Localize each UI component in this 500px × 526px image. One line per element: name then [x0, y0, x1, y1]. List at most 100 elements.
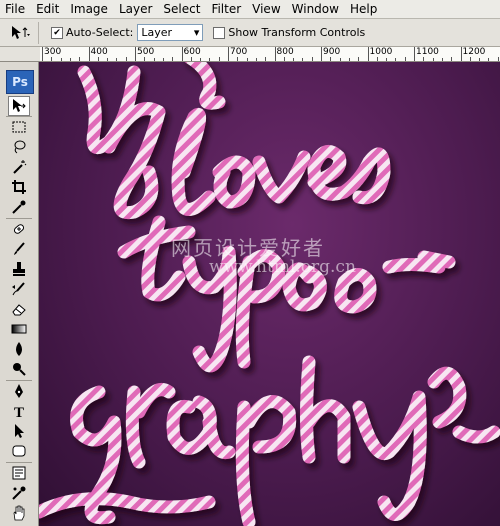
brush-tool-icon[interactable] [9, 240, 29, 258]
ruler-minor-tick [358, 57, 360, 61]
options-bar: ✔ Auto-Select: Layer ▾ Show Transform Co… [0, 19, 500, 47]
ruler-minor-tick [79, 57, 81, 61]
svg-text:T: T [14, 405, 24, 419]
notes-tool-icon[interactable] [9, 464, 29, 482]
ruler-minor-tick [200, 58, 202, 61]
ruler-label: 400 [90, 47, 108, 57]
path-selection-tool-icon[interactable] [9, 422, 29, 440]
ruler-minor-tick [162, 58, 164, 61]
ruler-minor-tick [302, 58, 304, 61]
blur-tool-icon[interactable] [9, 340, 29, 358]
tool-preset-picker[interactable] [4, 21, 39, 44]
ruler-minor-tick [107, 58, 109, 61]
auto-select-target-dropdown[interactable]: Layer ▾ [137, 24, 204, 41]
crop-tool-icon[interactable] [9, 178, 29, 196]
move-tool-icon[interactable] [8, 96, 30, 116]
lasso-tool-icon[interactable] [9, 138, 29, 156]
magic-wand-tool-icon[interactable] [9, 158, 29, 176]
clone-stamp-tool-icon[interactable] [9, 260, 29, 278]
ruler-minor-tick [339, 58, 341, 61]
ruler-minor-tick [311, 57, 313, 61]
ruler-minor-tick [237, 57, 239, 61]
ruler-minor-tick [116, 58, 118, 61]
ruler-minor-tick [218, 57, 220, 61]
healing-brush-tool-icon[interactable] [9, 220, 29, 238]
menu-window[interactable]: Window [287, 0, 345, 18]
horizontal-ruler: 3004005006007008009001000110012001300 [40, 47, 500, 62]
menu-view[interactable]: View [247, 0, 286, 18]
show-transform-option[interactable]: Show Transform Controls [213, 26, 365, 39]
ruler-minor-tick [283, 57, 285, 61]
ruler-major-tick [42, 47, 43, 61]
pen-tool-icon[interactable] [9, 382, 29, 400]
menu-filter[interactable]: Filter [206, 0, 247, 18]
eyedropper-sampler-tool-icon[interactable] [9, 484, 29, 502]
type-tool-icon[interactable]: T [9, 402, 29, 420]
ruler-minor-tick [125, 57, 127, 61]
ruler-minor-tick [69, 58, 71, 61]
ruler-minor-tick [386, 58, 388, 61]
ruler-major-tick [88, 47, 90, 61]
menu-image[interactable]: Image [65, 0, 114, 18]
shape-tool-icon[interactable] [9, 442, 29, 460]
show-transform-checkbox[interactable] [213, 26, 226, 39]
ruler-minor-tick [255, 58, 257, 61]
ruler-corner [0, 47, 40, 62]
ruler-minor-tick [265, 57, 267, 61]
ruler-minor-tick [441, 58, 443, 61]
ruler-minor-tick [144, 57, 146, 61]
photoshop-logo[interactable]: Ps [6, 70, 34, 94]
ruler-label: 700 [230, 47, 248, 57]
ruler-major-tick [274, 47, 276, 61]
show-transform-label: Show Transform Controls [228, 26, 366, 39]
ruler-minor-tick [432, 58, 434, 61]
ruler-minor-tick [330, 57, 332, 61]
ruler-minor-tick [293, 58, 295, 61]
ruler-minor-tick [348, 58, 350, 61]
menu-file[interactable]: File [0, 0, 31, 18]
ruler-minor-tick [60, 58, 62, 61]
ruler-minor-tick [153, 58, 155, 61]
marquee-tool-icon[interactable] [9, 118, 29, 136]
ruler-minor-tick [488, 58, 490, 61]
ruler-minor-tick [404, 57, 406, 61]
ruler-minor-tick [451, 57, 453, 61]
ruler-major-tick [135, 47, 136, 61]
auto-select-target-value: Layer [141, 26, 173, 39]
history-brush-tool-icon[interactable] [9, 280, 29, 298]
ruler-minor-tick [376, 57, 378, 61]
ruler-label: 900 [323, 47, 341, 57]
ruler-minor-tick [51, 57, 53, 61]
ruler-minor-tick [190, 57, 192, 61]
auto-select-option[interactable]: ✔ Auto-Select: [51, 26, 133, 39]
menu-edit[interactable]: Edit [31, 0, 65, 18]
document-canvas[interactable]: 网页设计爱好者 www.html.org.cn [39, 62, 500, 526]
ruler-minor-tick [172, 57, 174, 61]
ruler-minor-tick [469, 57, 471, 61]
candy-cane-typography-artwork [39, 62, 500, 526]
ruler-label: 500 [137, 47, 155, 57]
ruler-minor-tick [423, 57, 425, 61]
ruler-minor-tick [97, 57, 99, 61]
watermark-url: www.html.org.cn [209, 257, 356, 277]
ruler-minor-tick [395, 58, 397, 61]
ruler-label: 1100 [416, 47, 439, 57]
gradient-tool-icon[interactable] [9, 320, 29, 338]
ruler-major-tick [460, 47, 462, 61]
ruler-label: 1200 [462, 47, 486, 57]
ruler-minor-tick [246, 58, 248, 61]
ruler-label: 600 [183, 47, 201, 57]
menu-select[interactable]: Select [158, 0, 206, 18]
dodge-tool-icon[interactable] [9, 360, 29, 378]
ruler-minor-tick [479, 58, 481, 61]
menu-help[interactable]: Help [345, 0, 383, 18]
toolbox: Ps T [0, 62, 39, 526]
hand-tool-icon[interactable] [9, 504, 29, 522]
eraser-tool-icon[interactable] [9, 300, 29, 318]
chevron-down-icon: ▾ [193, 26, 200, 39]
eyedropper-tool-icon[interactable] [9, 198, 29, 216]
menu-layer[interactable]: Layer [114, 0, 158, 18]
auto-select-checkbox[interactable]: ✔ [51, 26, 63, 39]
auto-select-label: Auto-Select: [66, 26, 134, 39]
ruler-label: 300 [44, 47, 62, 57]
